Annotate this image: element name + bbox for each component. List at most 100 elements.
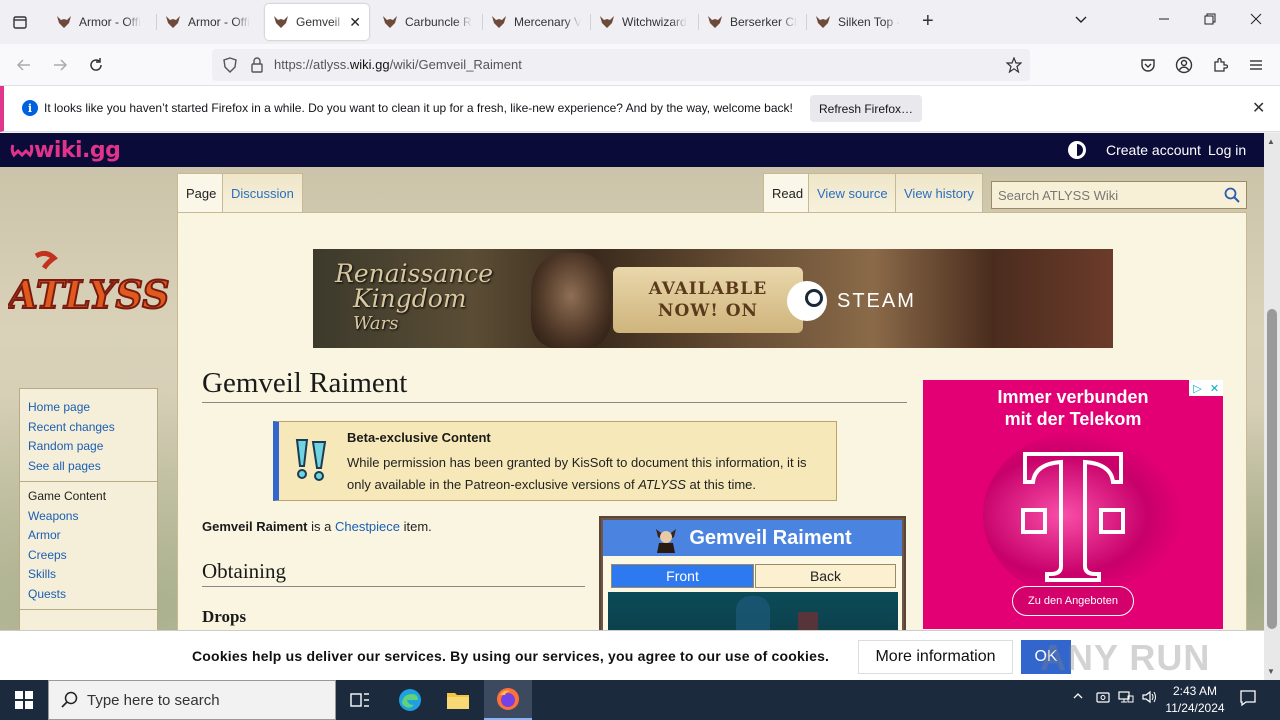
tab-view-history[interactable]: View history xyxy=(895,173,983,213)
window-close-icon[interactable] xyxy=(1250,12,1262,28)
wikigg-logo[interactable]: wiki.gg xyxy=(10,138,121,163)
page-scrollbar[interactable]: ▲ ▼ xyxy=(1264,133,1280,680)
sidebar-item-random-page[interactable]: Random page xyxy=(20,437,157,457)
sidebar-item-recent-changes[interactable]: Recent changes xyxy=(20,418,157,438)
ad-choices[interactable]: ▷ ✕ xyxy=(1189,380,1223,396)
telekom-advertisement[interactable]: Immer verbunden mit der Telekom Zu den A… xyxy=(923,380,1223,629)
sidebar-item-quests[interactable]: Quests xyxy=(20,585,157,605)
infobox-tab-back[interactable]: Back xyxy=(755,564,896,588)
back-arrow-icon[interactable] xyxy=(14,55,34,75)
banner-steam: STEAM xyxy=(787,281,916,321)
extensions-icon[interactable] xyxy=(1210,55,1230,75)
intro-paragraph: Gemveil Raiment is a Chestpiece item. xyxy=(202,519,432,534)
volume-icon[interactable] xyxy=(1142,690,1158,707)
adchoices-icon[interactable]: ▷ xyxy=(1189,380,1206,396)
forward-arrow-icon[interactable] xyxy=(50,55,70,75)
atlyss-fox-icon xyxy=(708,16,722,28)
show-hidden-icons[interactable] xyxy=(1072,690,1084,705)
wikigg-mark-icon xyxy=(10,144,34,158)
sidebar-item-home-page[interactable]: Home page xyxy=(20,398,157,418)
task-view-icon[interactable] xyxy=(336,680,384,720)
wikigg-top-bar: wiki.gg Create account Log in xyxy=(0,133,1264,167)
atlyss-fox-icon xyxy=(492,16,506,28)
tab-view-source[interactable]: View source xyxy=(808,173,897,213)
firefox-refresh-notification: i It looks like you haven’t started Fire… xyxy=(0,86,1280,132)
sidebar-item-skills[interactable]: Skills xyxy=(20,565,157,585)
reload-icon[interactable] xyxy=(86,55,106,75)
heading-drops: Drops xyxy=(202,607,247,626)
atlyss-fox-icon xyxy=(57,16,71,28)
browser-tab[interactable]: Armor - Offi xyxy=(48,4,154,40)
browser-tab-active[interactable]: Gemveil R ✕ xyxy=(265,4,369,40)
heading-obtaining: Obtaining xyxy=(202,559,585,587)
list-all-tabs-icon[interactable] xyxy=(1074,12,1088,29)
restore-icon[interactable] xyxy=(1204,12,1216,28)
taskbar-search-input[interactable] xyxy=(87,689,327,711)
atlyss-fox-icon xyxy=(383,16,397,28)
item-preview-image xyxy=(608,592,898,630)
sidebar-item-creeps[interactable]: Creeps xyxy=(20,546,157,566)
tab-page[interactable]: Page xyxy=(177,173,226,213)
taskbar-search xyxy=(48,680,336,720)
scrollbar-thumb[interactable] xyxy=(1267,309,1277,629)
browser-tab[interactable]: Mercenary V xyxy=(483,4,589,40)
ad-cta-button[interactable]: Zu den Angeboten xyxy=(1012,586,1134,616)
tab-discussion[interactable]: Discussion xyxy=(222,173,303,213)
tracking-shield-icon[interactable] xyxy=(222,57,238,73)
browser-tab[interactable]: Armor - Offi xyxy=(157,4,263,40)
edge-browser-icon[interactable] xyxy=(386,680,434,720)
anyrun-watermark: ANY RUN xyxy=(1040,637,1211,678)
sidebar-navigation: Home page Recent changes Random page See… xyxy=(19,388,158,630)
sidebar-divider xyxy=(20,481,157,482)
pocket-icon[interactable] xyxy=(1138,55,1158,75)
create-account-link[interactable]: Create account xyxy=(1106,142,1201,158)
system-clock[interactable]: 2:43 AM 11/24/2024 xyxy=(1160,683,1230,717)
tab-list-icon[interactable] xyxy=(0,0,40,44)
search-icon xyxy=(61,691,78,708)
scroll-up-icon[interactable]: ▲ xyxy=(1267,137,1275,146)
advertisement-banner[interactable]: Renaissance Kingdom Wars AVAILABLE NOW! … xyxy=(313,249,1113,348)
minimize-icon[interactable] xyxy=(1158,12,1170,28)
sidebar-item-armor[interactable]: Armor xyxy=(20,526,157,546)
hamburger-menu-icon[interactable] xyxy=(1246,55,1266,75)
lock-icon[interactable] xyxy=(250,57,264,73)
sidebar-item-see-all-pages[interactable]: See all pages xyxy=(20,457,157,477)
search-icon[interactable] xyxy=(1224,187,1240,203)
notifications-icon[interactable] xyxy=(1239,689,1257,710)
network-icon[interactable] xyxy=(1118,690,1134,707)
account-icon[interactable] xyxy=(1174,55,1194,75)
url-text[interactable]: https://atlyss.wiki.gg/wiki/Gemveil_Raim… xyxy=(274,57,522,72)
bookmark-star-icon[interactable] xyxy=(1006,57,1022,73)
svg-text:ATLYSS: ATLYSS xyxy=(8,272,170,317)
file-explorer-icon[interactable] xyxy=(434,680,482,720)
log-in-link[interactable]: Log in xyxy=(1208,142,1246,158)
browser-tab[interactable]: Silken Top - xyxy=(807,4,913,40)
beta-heading: Beta-exclusive Content xyxy=(347,430,491,445)
more-information-button[interactable]: More information xyxy=(858,640,1013,674)
atlyss-fox-icon xyxy=(166,16,180,28)
steam-logo-icon xyxy=(787,281,827,321)
scroll-down-icon[interactable]: ▼ xyxy=(1267,667,1275,676)
close-tab-icon[interactable]: ✕ xyxy=(349,14,361,31)
close-notification-icon[interactable]: ✕ xyxy=(1252,98,1265,118)
address-bar[interactable]: https://atlyss.wiki.gg/wiki/Gemveil_Raim… xyxy=(212,49,1030,81)
theme-toggle-icon[interactable] xyxy=(1068,141,1086,159)
meet-now-icon[interactable] xyxy=(1096,690,1110,707)
firefox-icon[interactable] xyxy=(484,680,532,720)
ad-headline: Immer verbunden mit der Telekom xyxy=(997,387,1149,429)
browser-tab[interactable]: Berserker Ch xyxy=(699,4,805,40)
sidebar-item-weapons[interactable]: Weapons xyxy=(20,507,157,527)
atlyss-site-logo[interactable]: ATLYSS xyxy=(8,248,170,338)
wiki-search-input[interactable] xyxy=(992,182,1217,208)
banner-character-portrait xyxy=(531,253,611,348)
banner-game-title: Renaissance Kingdom Wars xyxy=(335,259,494,334)
windows-start-icon[interactable] xyxy=(0,680,48,720)
browser-tab[interactable]: Carbuncle R xyxy=(374,4,480,40)
ad-close-icon[interactable]: ✕ xyxy=(1206,380,1223,396)
tab-read[interactable]: Read xyxy=(763,173,813,213)
refresh-firefox-button[interactable]: Refresh Firefox… xyxy=(810,95,922,122)
infobox-tab-front[interactable]: Front xyxy=(611,564,754,588)
chestpiece-link[interactable]: Chestpiece xyxy=(335,519,400,534)
browser-tab[interactable]: Witchwizard xyxy=(591,4,697,40)
new-tab-icon[interactable]: + xyxy=(922,10,934,33)
